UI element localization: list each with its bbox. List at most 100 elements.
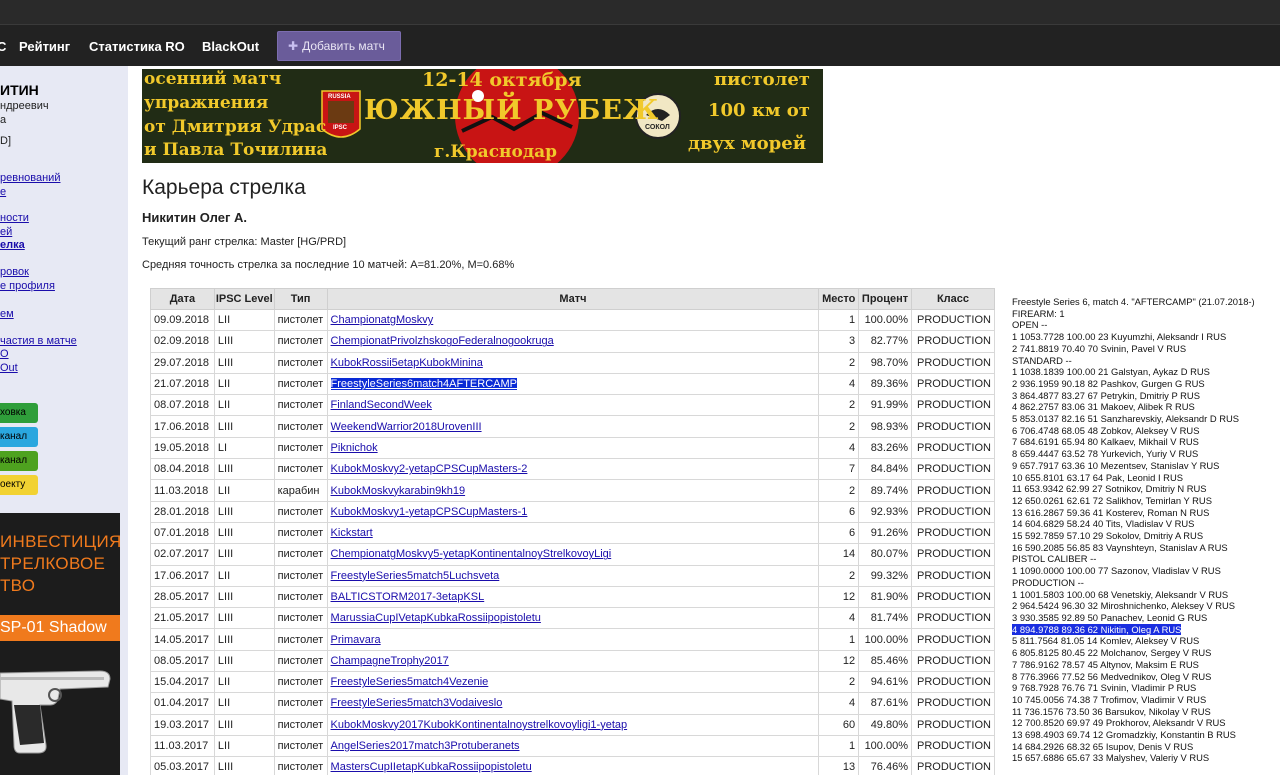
cell-percent: 76.46%	[858, 756, 912, 775]
sidebar-link-4[interactable]: ей	[0, 226, 12, 238]
cell-level: LIII	[213, 458, 275, 481]
sidebar-link-career[interactable]: елка	[0, 239, 25, 251]
result-line: 14 684.2926 68.32 65 Isupov, Denis V RUS	[1012, 741, 1280, 753]
column-header-percent[interactable]: Процент	[858, 288, 912, 310]
table-row: 29.07.2018 LIII пистолет KubokRossii5etapKu…	[150, 351, 995, 374]
table-row: 21.07.2018 LII пистолет FreestyleSeries6mat…	[150, 372, 995, 396]
sidebar-advert[interactable]: ИНВЕСТИЦИЯ ТРЕЛКОВОЕ ТВО SP-01 Shadow	[0, 513, 120, 775]
table-row: 08.07.2018 LII пистолет FinlandSecondWeek 2 9…	[150, 394, 995, 417]
match-link[interactable]: ChempionatgMoskvy5-yetapKontinentalnoySt…	[331, 548, 612, 560]
cell-match: ChampionatgMoskvy	[326, 308, 820, 332]
cell-class: PRODUCTION	[911, 734, 995, 758]
column-header-level[interactable]: IPSC Level	[213, 288, 275, 310]
result-line-text: 8 659.4447 63.52 78 Yurkevich, Yuriy V R…	[1012, 448, 1199, 460]
match-link[interactable]: AngelSeries2017match3Protuberanets	[331, 740, 520, 752]
nav-item-cut[interactable]: C	[0, 39, 6, 54]
cell-date: 09.09.2018	[150, 308, 215, 332]
result-line-text: 10 655.8101 63.17 64 Pak, Leonid I RUS	[1012, 471, 1183, 483]
match-link[interactable]: Primavara	[331, 634, 381, 646]
cell-date: 07.01.2018	[150, 521, 215, 545]
cell-match: ChempionatPrivolzhskogoFederalnogookruga	[326, 330, 820, 353]
match-link[interactable]: KubokMoskvy2017KubokKontinentalnoystrelk…	[331, 719, 628, 731]
match-link[interactable]: MastersCupIIetapKubkaRossiipopistoletu	[331, 761, 532, 773]
cell-percent: 85.46%	[858, 649, 912, 673]
cell-percent: 91.99%	[858, 394, 912, 417]
shooter-rank: Текущий ранг стрелка: Master [HG/PRD]	[142, 236, 347, 248]
sidebar-link-ro[interactable]: O	[0, 348, 9, 360]
cell-place: 2	[818, 394, 860, 417]
result-line-text: 11 736.1576 73.50 36 Barsukov, Nikolay V…	[1012, 705, 1211, 717]
sidebar-user-rank: D]	[0, 135, 11, 147]
nav-item-rating[interactable]: Рейтинг	[19, 39, 70, 54]
result-line: 7 684.6191 65.94 80 Kalkaev, Mikhail V R…	[1012, 436, 1280, 448]
cell-class: PRODUCTION	[911, 436, 995, 460]
table-row: 08.04.2018 LIII пистолет KubokMoskvy2-yetap…	[150, 458, 995, 481]
match-link[interactable]: FreestyleSeries6match4AFTERCAMP	[330, 378, 517, 391]
sidebar-link-competitions[interactable]: ревнований	[0, 172, 60, 184]
match-link[interactable]: BALTICSTORM2017-3etapKSL	[331, 591, 485, 603]
cell-place: 1	[818, 308, 860, 332]
sidebar-button-3[interactable]: канал	[0, 451, 38, 471]
match-link[interactable]: KubokMoskvy1-yetapCPSCupMasters-1	[331, 506, 528, 518]
ad-line-3: ТВО	[0, 576, 36, 595]
match-link[interactable]: WeekendWarrior2018UrovenIII	[331, 421, 482, 433]
result-line-text: 4 894.9788 89.36 62 Nikitin, Oleg A RUS	[1012, 623, 1182, 635]
sidebar-link-3[interactable]: ности	[0, 212, 29, 224]
cell-match: FreestyleSeries5match4Vezenie	[326, 671, 820, 694]
result-line: 10 745.0056 74.38 7 Trofimov, Vladimir V…	[1012, 694, 1280, 706]
column-header-type[interactable]: Тип	[273, 288, 328, 310]
sidebar-link-blackout[interactable]: Out	[0, 362, 18, 374]
cell-percent: 80.07%	[858, 543, 912, 566]
match-link[interactable]: MarussiaCupIVetapKubkaRossiipopistoletu	[331, 612, 541, 624]
sidebar-button-4[interactable]: оекту	[0, 475, 38, 495]
sidebar-link-2[interactable]: е	[0, 186, 6, 198]
cell-match: KubokRossii5etapKubokMinina	[326, 351, 820, 374]
table-row: 28.01.2018 LIII пистолет KubokMoskvy1-yetap…	[150, 500, 995, 523]
nav-item-blackout[interactable]: BlackOut	[202, 39, 259, 54]
match-link[interactable]: ChampionatgMoskvy	[331, 314, 434, 326]
cell-place: 2	[818, 415, 860, 438]
result-line-text: 12 650.0261 62.61 72 Salikhov, Temirlan …	[1012, 494, 1212, 506]
add-match-button[interactable]: ✚ Добавить матч	[277, 31, 401, 61]
nav-item-ro-stats[interactable]: Статистика RO	[89, 39, 185, 54]
match-link[interactable]: FreestyleSeries5match4Vezenie	[331, 676, 489, 688]
cell-percent: 98.70%	[858, 351, 912, 374]
column-header-place[interactable]: Место	[818, 288, 860, 310]
match-link[interactable]: KubokRossii5etapKubokMinina	[331, 357, 483, 369]
banner-badge-russia: RUSSIA	[328, 94, 351, 100]
match-link[interactable]: ChempionatPrivolzhskogoFederalnogookruga	[331, 335, 554, 347]
cell-class: PRODUCTION	[911, 564, 995, 587]
match-link[interactable]: Piknichok	[331, 442, 378, 454]
match-link[interactable]: KubokMoskvy2-yetapCPSCupMasters-2	[331, 463, 528, 475]
cell-class: PRODUCTION	[911, 671, 995, 694]
cell-class: PRODUCTION	[911, 692, 995, 715]
page-title: Карьера стрелка	[142, 176, 306, 199]
cell-type: пистолет	[273, 671, 328, 694]
sidebar-link-8[interactable]: ем	[0, 308, 14, 320]
column-header-class[interactable]: Класс	[911, 288, 995, 310]
cell-date: 17.06.2018	[150, 415, 215, 438]
cell-class: PRODUCTION	[911, 458, 995, 481]
column-header-match[interactable]: Матч	[326, 288, 820, 310]
sidebar-button-2[interactable]: канал	[0, 427, 38, 447]
event-banner[interactable]: осенний матч упражнения от Дмитрия Удрас…	[142, 69, 823, 163]
banner-title: ЮЖНЫЙ РУБЕЖ	[364, 95, 660, 126]
cell-level: LII	[213, 308, 275, 332]
match-link[interactable]: FreestyleSeries5match5Luchsveta	[331, 570, 500, 582]
match-link[interactable]: FinlandSecondWeek	[331, 399, 432, 411]
result-line-text: 3 864.4877 83.27 67 Petrykin, Dmitriy P …	[1012, 389, 1200, 401]
banner-right-3: двух морей	[688, 133, 807, 154]
result-line: 13 616.2867 59.36 41 Kosterev, Roman N R…	[1012, 507, 1280, 519]
match-link[interactable]: FreestyleSeries5match3Vodaiveslo	[331, 697, 503, 709]
result-line-text: 2 741.8819 70.40 70 Svinin, Pavel V RUS	[1012, 342, 1187, 354]
column-header-date[interactable]: Дата	[150, 288, 215, 310]
sidebar-link-participation[interactable]: частия в матче	[0, 335, 77, 347]
match-link[interactable]: KubokMoskvykarabin9kh19	[331, 485, 466, 497]
match-link[interactable]: Kickstart	[331, 527, 373, 539]
sidebar-button-1[interactable]: ховка	[0, 403, 38, 423]
match-link[interactable]: ChampagneTrophy2017	[331, 655, 449, 667]
cell-match: MarussiaCupIVetapKubkaRossiipopistoletu	[326, 607, 820, 630]
cell-level: LIII	[213, 756, 275, 775]
sidebar-link-6[interactable]: ровок	[0, 266, 29, 278]
sidebar-link-profile[interactable]: е профиля	[0, 280, 55, 292]
